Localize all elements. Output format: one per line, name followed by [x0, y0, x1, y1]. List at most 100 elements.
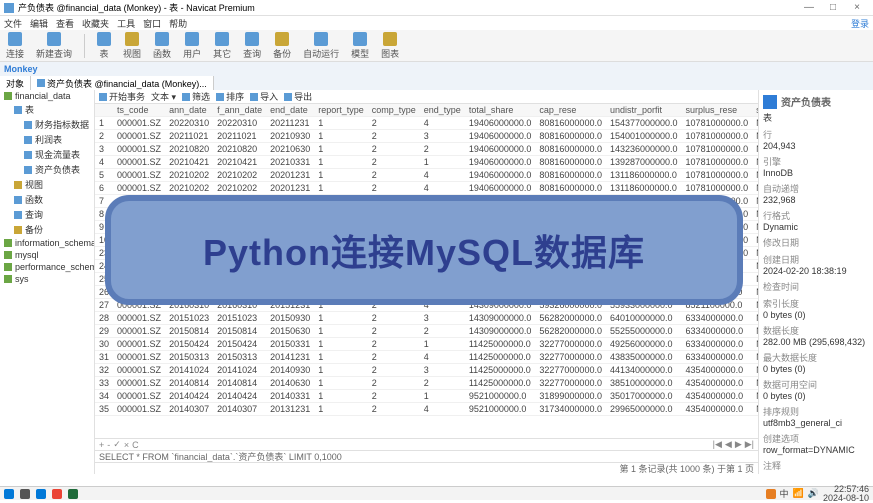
col-header[interactable]: ann_date: [165, 104, 213, 117]
ribbon-connect[interactable]: 连接: [6, 32, 24, 60]
btn-apply[interactable]: ✓: [113, 439, 121, 450]
menu-view[interactable]: 查看: [56, 17, 74, 30]
menu-edit[interactable]: 编辑: [30, 17, 48, 30]
ribbon-newquery[interactable]: 新建查询: [36, 32, 72, 60]
record-status: 第 1 条记录(共 1000 条) 于第 1 页: [619, 462, 754, 474]
ribbon-func[interactable]: 函数: [153, 32, 171, 60]
menu-tools[interactable]: 工具: [117, 17, 135, 30]
table-row[interactable]: 3000001.SZ202108202021082020210630122194…: [95, 143, 758, 156]
ribbon-table[interactable]: 表: [97, 32, 111, 60]
btn-last[interactable]: ▶|: [745, 439, 754, 450]
table-row[interactable]: 30000001.SZ20150424201504242015033112111…: [95, 338, 758, 351]
col-header[interactable]: undistr_porfit: [606, 104, 682, 117]
btn-refresh[interactable]: C: [132, 440, 139, 450]
col-header[interactable]: total_share: [465, 104, 536, 117]
tree-db[interactable]: sys: [0, 273, 94, 285]
col-header[interactable]: f_ann_date: [213, 104, 266, 117]
grid-footer: + - ✓ × C |◀ ◀ ▶ ▶|: [95, 438, 758, 450]
start-button[interactable]: [4, 489, 14, 499]
tree-item[interactable]: 财务指标数据: [0, 117, 94, 132]
tree-tables[interactable]: 表: [0, 102, 94, 117]
col-header[interactable]: ts_code: [113, 104, 165, 117]
explorer-icon[interactable]: [36, 489, 46, 499]
wifi-icon[interactable]: 📶: [793, 488, 804, 499]
table-row[interactable]: 32000001.SZ20141024201410242014093012311…: [95, 364, 758, 377]
tree-db[interactable]: performance_schema: [0, 261, 94, 273]
prop-label: 数据长度: [763, 324, 869, 337]
ribbon-chart[interactable]: 图表: [381, 32, 399, 60]
ribbon-sep: [84, 34, 85, 58]
ribbon-user[interactable]: 用户: [183, 32, 201, 60]
col-header[interactable]: cap_rese: [535, 104, 606, 117]
chrome-icon[interactable]: [52, 489, 62, 499]
tree-funcs[interactable]: 函数: [0, 192, 94, 207]
table-row[interactable]: 34000001.SZ20140424201404242014033112195…: [95, 390, 758, 403]
maximize-button[interactable]: □: [821, 2, 845, 13]
ribbon-backup[interactable]: 备份: [273, 32, 291, 60]
table-row[interactable]: 35000001.SZ20140307201403072013123112495…: [95, 403, 758, 416]
prop-label: 创建选项: [763, 432, 869, 445]
tree-queries[interactable]: 查询: [0, 207, 94, 222]
btn-transaction[interactable]: 开始事务: [99, 90, 145, 103]
tree-views[interactable]: 视图: [0, 177, 94, 192]
tab-objects[interactable]: 对象: [0, 76, 31, 90]
btn-export[interactable]: 导出: [284, 90, 312, 103]
table-row[interactable]: 28000001.SZ20151023201510232015093012314…: [95, 312, 758, 325]
view-icon: [14, 181, 22, 189]
tree-item[interactable]: 现金流量表: [0, 147, 94, 162]
ribbon-query[interactable]: 查询: [243, 32, 261, 60]
app-icon[interactable]: [68, 489, 78, 499]
ribbon-model[interactable]: 模型: [351, 32, 369, 60]
titlebar: 产负债表 @financial_data (Monkey) - 表 - Navi…: [0, 0, 873, 16]
tree-backups[interactable]: 备份: [0, 222, 94, 237]
col-header[interactable]: surplus_rese: [682, 104, 753, 117]
table-row[interactable]: 4000001.SZ202104212021042120210331121194…: [95, 156, 758, 169]
tree-db[interactable]: information_schema: [0, 237, 94, 249]
db-icon: [4, 92, 12, 100]
btn-first[interactable]: |◀: [713, 439, 722, 450]
btn-filter[interactable]: 筛选: [182, 90, 210, 103]
search-icon[interactable]: [20, 489, 30, 499]
tray-icon[interactable]: [766, 489, 776, 499]
menu-window[interactable]: 窗口: [143, 17, 161, 30]
tree-item[interactable]: 资产负债表: [0, 162, 94, 177]
btn-import[interactable]: 导入: [250, 90, 278, 103]
sound-icon[interactable]: 🔊: [808, 488, 819, 499]
btn-next[interactable]: ▶: [735, 439, 742, 450]
tree-item[interactable]: 利润表: [0, 132, 94, 147]
table-row[interactable]: 1000001.SZ202203102022031020211231124194…: [95, 117, 758, 130]
btn-prev[interactable]: ◀: [725, 439, 732, 450]
table-row[interactable]: 6000001.SZ202102022021020220201231124194…: [95, 182, 758, 195]
close-button[interactable]: ×: [845, 2, 869, 13]
col-header[interactable]: end_date: [266, 104, 314, 117]
prop-value: utf8mb3_general_ci: [763, 418, 869, 428]
tab-table[interactable]: 资产负债表 @financial_data (Monkey)...: [31, 76, 214, 90]
btn-del-row[interactable]: -: [107, 440, 110, 450]
ribbon-view[interactable]: 视图: [123, 32, 141, 60]
table-row[interactable]: 2000001.SZ202110212021102120210930123194…: [95, 130, 758, 143]
minimize-button[interactable]: —: [797, 2, 821, 13]
menu-help[interactable]: 帮助: [169, 17, 187, 30]
btn-sort[interactable]: 排序: [216, 90, 244, 103]
ime-icon[interactable]: 中: [780, 487, 789, 500]
table-row[interactable]: 5000001.SZ202102022021020220201231124194…: [95, 169, 758, 182]
tree-db[interactable]: financial_data: [0, 90, 94, 102]
btn-text[interactable]: 文本 ▾: [151, 90, 176, 103]
btn-cancel[interactable]: ×: [124, 440, 129, 450]
login-link[interactable]: 登录: [851, 17, 869, 30]
window-title: 产负债表 @financial_data (Monkey) - 表 - Navi…: [18, 1, 255, 14]
col-header[interactable]: comp_type: [368, 104, 420, 117]
col-header[interactable]: special_rese: [752, 104, 758, 117]
col-header[interactable]: end_type: [420, 104, 465, 117]
ribbon-other[interactable]: 其它: [213, 32, 231, 60]
table-row[interactable]: 33000001.SZ20140814201408142014063012211…: [95, 377, 758, 390]
table-row[interactable]: 31000001.SZ20150313201503132014123112411…: [95, 351, 758, 364]
col-header[interactable]: report_type: [314, 104, 368, 117]
ribbon-auto[interactable]: 自动运行: [303, 32, 339, 60]
tree-db[interactable]: mysql: [0, 249, 94, 261]
prop-value: InnoDB: [763, 168, 869, 178]
menu-file[interactable]: 文件: [4, 17, 22, 30]
menu-fav[interactable]: 收藏夹: [82, 17, 109, 30]
btn-add-row[interactable]: +: [99, 440, 104, 450]
table-row[interactable]: 29000001.SZ20150814201508142015063012214…: [95, 325, 758, 338]
